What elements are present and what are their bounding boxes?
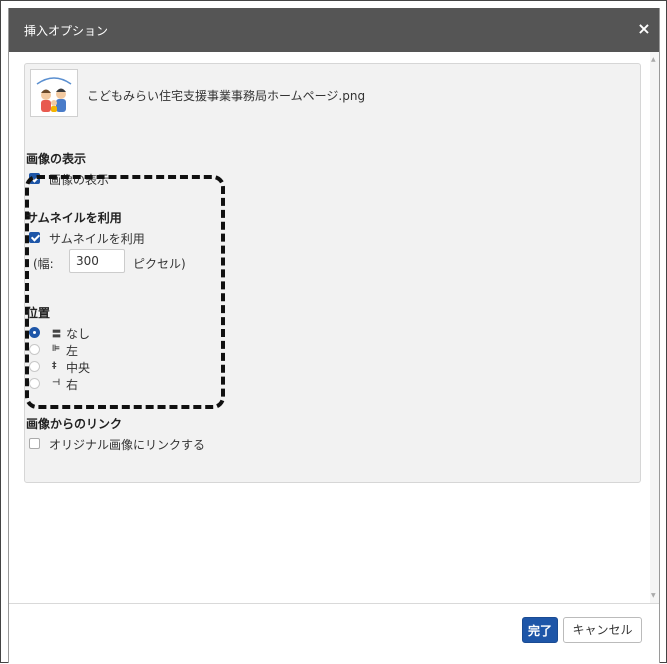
family-illustration-icon bbox=[31, 70, 77, 116]
content-scrollbar[interactable]: ▲ ▼ bbox=[650, 52, 659, 603]
align-center-icon: ‡ bbox=[52, 361, 57, 371]
display-section-title: 画像の表示 bbox=[26, 152, 87, 166]
position-radio-center[interactable] bbox=[29, 361, 40, 372]
scroll-down-icon[interactable]: ▼ bbox=[651, 592, 656, 599]
position-section-title: 位置 bbox=[26, 306, 51, 320]
width-suffix: ピクセル) bbox=[133, 257, 186, 271]
thumbnail-section-title: サムネイルを利用 bbox=[26, 211, 122, 225]
position-none-label: なし bbox=[66, 327, 91, 341]
insert-options-dialog: 挿入オプション × こどもみらい住宅支援事業事務局ホームページ.png 画像の表… bbox=[8, 8, 660, 664]
link-section-title: 画像からのリンク bbox=[26, 417, 123, 431]
width-prefix: (幅: bbox=[33, 257, 54, 271]
done-button[interactable]: 完了 bbox=[522, 617, 558, 643]
scroll-up-icon[interactable]: ▲ bbox=[651, 56, 656, 63]
align-left-icon: ⊫ bbox=[52, 344, 61, 354]
position-right-label: 右 bbox=[66, 378, 79, 392]
align-right-icon: ⊣ bbox=[52, 378, 61, 388]
dialog-footer: 完了 キャンセル bbox=[9, 603, 659, 664]
use-thumbnail-checkbox[interactable] bbox=[29, 232, 40, 243]
dialog-title: 挿入オプション bbox=[24, 24, 109, 38]
thumbnail-width-input[interactable] bbox=[69, 249, 125, 273]
close-icon[interactable]: × bbox=[635, 20, 653, 38]
position-center-label: 中央 bbox=[66, 361, 91, 375]
link-original-label: オリジナル画像にリンクする bbox=[49, 438, 206, 452]
link-original-checkbox[interactable] bbox=[29, 438, 40, 449]
options-panel: こどもみらい住宅支援事業事務局ホームページ.png 画像の表示 画像の表示 サム… bbox=[24, 63, 641, 483]
dialog-content: こどもみらい住宅支援事業事務局ホームページ.png 画像の表示 画像の表示 サム… bbox=[9, 52, 659, 603]
position-radio-right[interactable] bbox=[29, 378, 40, 389]
image-filename: こどもみらい住宅支援事業事務局ホームページ.png bbox=[87, 89, 366, 103]
cancel-button[interactable]: キャンセル bbox=[563, 617, 642, 643]
position-radio-left[interactable] bbox=[29, 344, 40, 355]
image-thumbnail bbox=[30, 69, 78, 117]
position-radio-none[interactable] bbox=[29, 327, 40, 338]
use-thumbnail-label: サムネイルを利用 bbox=[49, 232, 145, 246]
position-left-label: 左 bbox=[66, 344, 79, 358]
align-none-icon: 〓 bbox=[52, 330, 62, 340]
dialog-titlebar: 挿入オプション × bbox=[9, 8, 659, 52]
